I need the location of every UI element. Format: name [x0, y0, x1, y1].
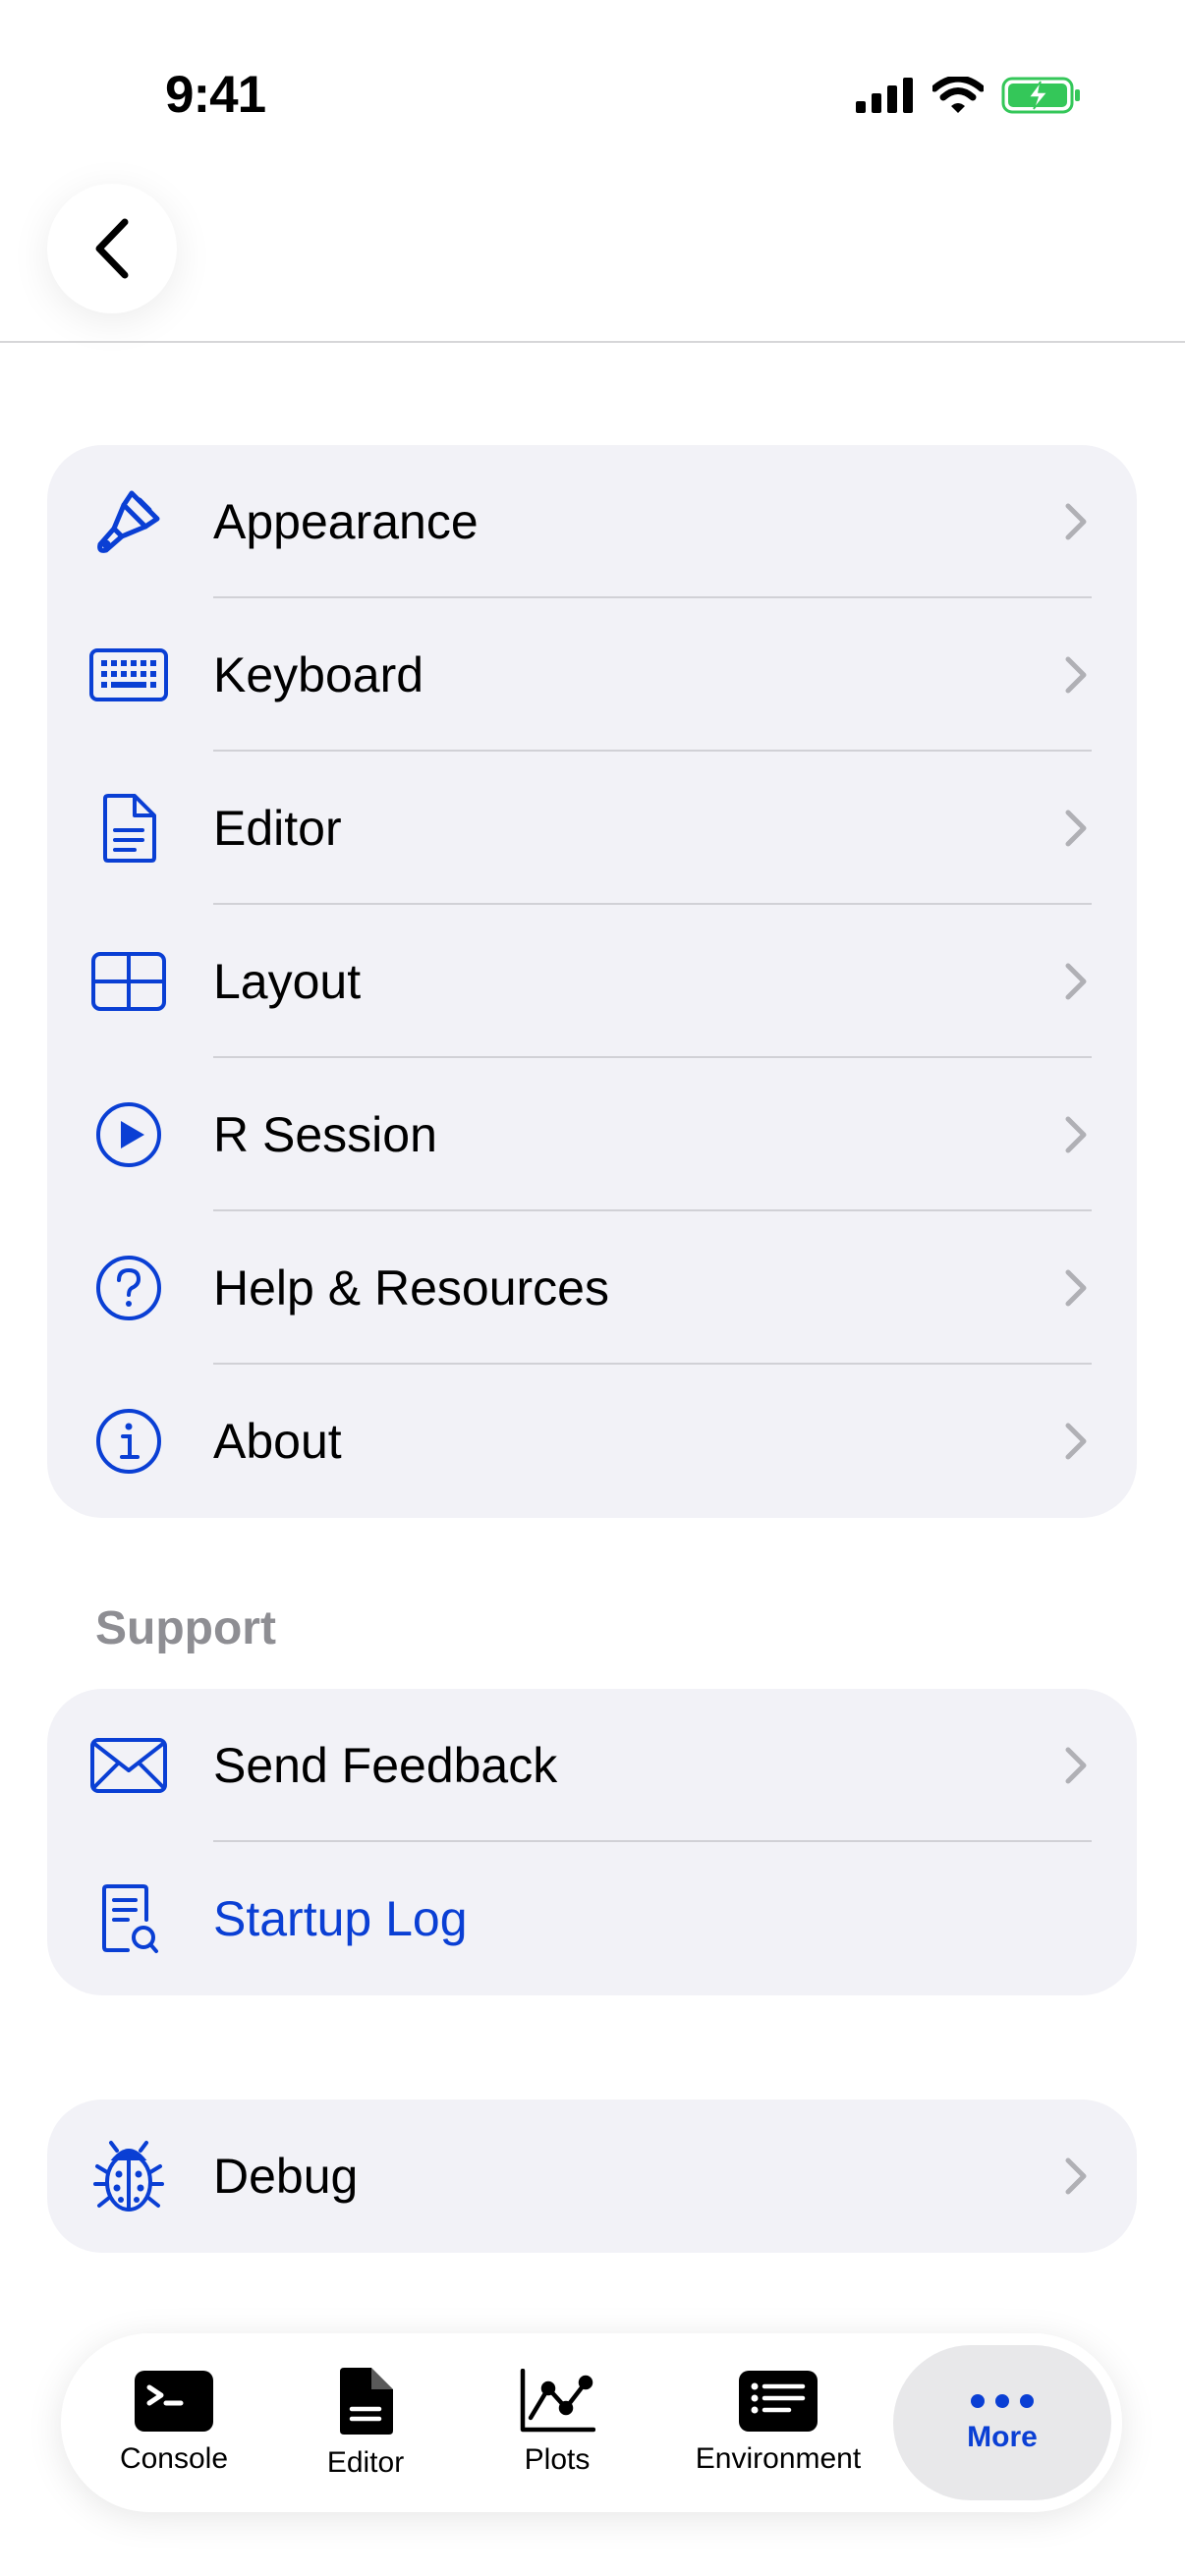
- support-section-header: Support: [95, 1602, 276, 1654]
- ellipsis-icon: [971, 2394, 1034, 2408]
- debug-group: Debug: [47, 2100, 1137, 2253]
- settings-row-help[interactable]: Help & Resources: [47, 1211, 1137, 1365]
- wifi-icon: [932, 77, 984, 113]
- settings-label-layout: Layout: [213, 954, 362, 1009]
- nav-divider: [0, 341, 1185, 343]
- support-group: Send Feedback Startup Log: [47, 1689, 1137, 1995]
- settings-label-r-session: R Session: [213, 1107, 437, 1162]
- settings-label-editor: Editor: [213, 801, 342, 856]
- support-row-startup-log[interactable]: Startup Log: [47, 1842, 1137, 1995]
- settings-row-r-session[interactable]: R Session: [47, 1058, 1137, 1211]
- settings-label-keyboard: Keyboard: [213, 647, 424, 702]
- list-icon: [739, 2371, 818, 2432]
- debug-row[interactable]: Debug: [47, 2100, 1137, 2253]
- chevron-right-icon: [1065, 1269, 1087, 1307]
- document-search-icon: [88, 1878, 169, 1959]
- tab-environment[interactable]: Environment: [680, 2333, 876, 2512]
- settings-group: Appearance Keyboard Editor Layout R Sess…: [47, 445, 1137, 1518]
- settings-label-appearance: Appearance: [213, 494, 479, 549]
- chevron-right-icon: [1065, 963, 1087, 1000]
- status-icons: [856, 71, 1082, 120]
- line-chart-icon: [520, 2369, 595, 2433]
- chevron-left-icon: [95, 218, 129, 279]
- question-circle-icon: [88, 1248, 169, 1328]
- support-label-startup-log: Startup Log: [213, 1891, 468, 1946]
- tab-label-console: Console: [119, 2442, 229, 2475]
- cellular-signal-icon: [856, 78, 913, 113]
- battery-charging-icon: [1001, 77, 1080, 114]
- support-row-send-feedback[interactable]: Send Feedback: [47, 1689, 1137, 1842]
- chevron-right-icon: [1065, 1116, 1087, 1153]
- status-time: 9:41: [165, 66, 266, 124]
- settings-row-keyboard[interactable]: Keyboard: [47, 598, 1137, 752]
- tab-label-plots: Plots: [524, 2443, 591, 2476]
- settings-row-appearance[interactable]: Appearance: [47, 445, 1137, 598]
- tab-plots[interactable]: Plots: [493, 2333, 621, 2512]
- settings-label-about: About: [213, 1414, 342, 1469]
- doc-fill-icon: [340, 2368, 393, 2435]
- chevron-right-icon: [1065, 1423, 1087, 1460]
- chevron-right-icon: [1065, 1747, 1087, 1784]
- debug-label: Debug: [213, 2149, 359, 2204]
- document-icon: [88, 788, 169, 868]
- tab-bar: Console Editor Plots Environment More: [61, 2333, 1122, 2512]
- chevron-right-icon: [1065, 810, 1087, 847]
- settings-label-help: Help & Resources: [213, 1260, 609, 1316]
- chevron-right-icon: [1065, 2157, 1087, 2195]
- terminal-icon: [135, 2371, 213, 2432]
- back-button[interactable]: [47, 184, 177, 313]
- tab-more[interactable]: More: [893, 2345, 1111, 2500]
- settings-row-editor[interactable]: Editor: [47, 752, 1137, 905]
- grid-layout-icon: [88, 941, 169, 1022]
- settings-row-layout[interactable]: Layout: [47, 905, 1137, 1058]
- tab-label-environment: Environment: [695, 2442, 862, 2475]
- tab-label-more: More: [967, 2421, 1038, 2453]
- paintbrush-icon: [88, 481, 169, 562]
- play-circle-icon: [88, 1094, 169, 1175]
- keyboard-icon: [88, 635, 169, 715]
- tab-console[interactable]: Console: [100, 2333, 248, 2512]
- ladybug-icon: [88, 2136, 169, 2216]
- chevron-right-icon: [1065, 503, 1087, 540]
- info-circle-icon: [88, 1401, 169, 1482]
- settings-row-about[interactable]: About: [47, 1365, 1137, 1518]
- support-label-send-feedback: Send Feedback: [213, 1738, 558, 1793]
- chevron-right-icon: [1065, 656, 1087, 694]
- envelope-icon: [88, 1725, 169, 1806]
- tab-label-editor: Editor: [326, 2446, 405, 2479]
- tab-editor[interactable]: Editor: [302, 2333, 429, 2512]
